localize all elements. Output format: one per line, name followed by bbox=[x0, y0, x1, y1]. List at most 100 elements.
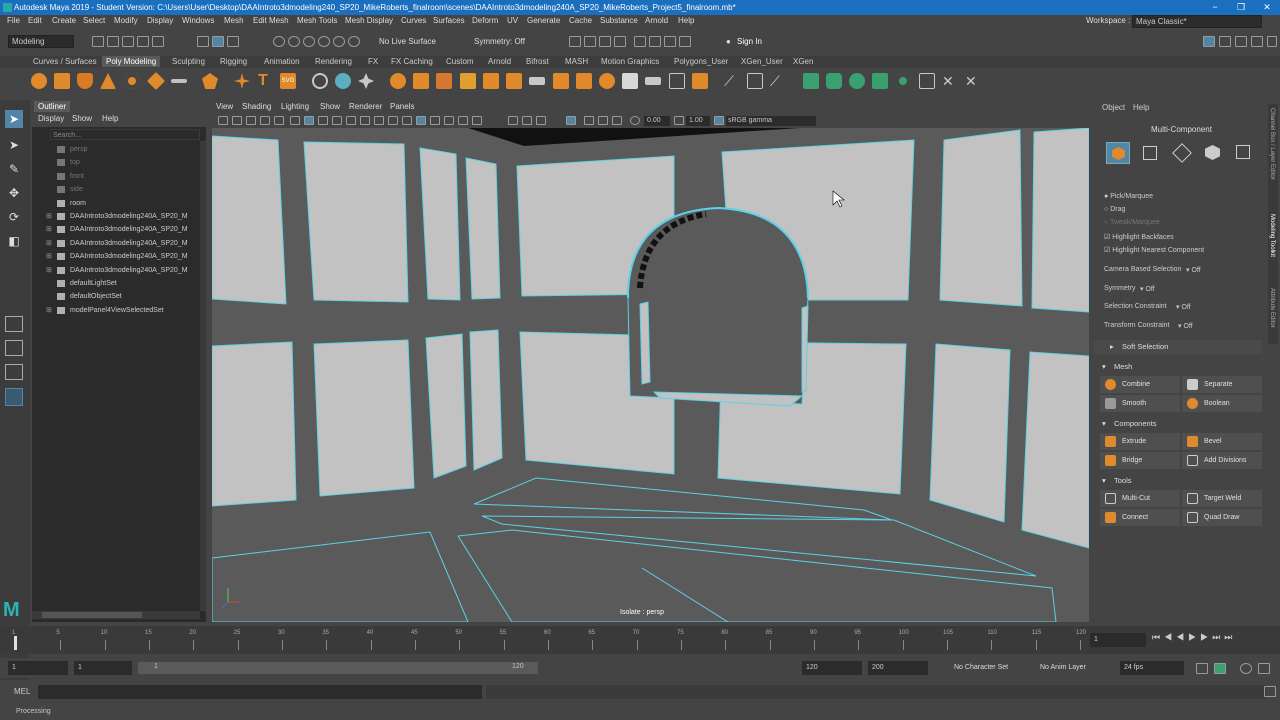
menu-display[interactable]: Display bbox=[147, 16, 173, 25]
attribute-editor-icon[interactable] bbox=[1219, 36, 1231, 47]
shelf-tab-fx-caching[interactable]: FX Caching bbox=[391, 57, 433, 66]
camera-sequencer-icon[interactable] bbox=[612, 116, 622, 125]
undo-icon[interactable] bbox=[137, 36, 149, 47]
outliner-item[interactable]: ⊞ DAAIntroto3dmodeling240A_SP20_M bbox=[32, 210, 200, 223]
xray-icon[interactable] bbox=[416, 116, 426, 125]
menu-mesh-display[interactable]: Mesh Display bbox=[345, 16, 393, 25]
menu-arnold[interactable]: Arnold bbox=[645, 16, 668, 25]
merge-icon[interactable] bbox=[599, 73, 615, 89]
outliner-menu-help[interactable]: Help bbox=[102, 114, 118, 123]
shelf-tab-motion-graphics[interactable]: Motion Graphics bbox=[601, 57, 659, 66]
automatic-uv-icon[interactable] bbox=[872, 73, 888, 89]
bridge-button[interactable]: Bridge bbox=[1100, 452, 1180, 469]
animation-preferences-icon[interactable] bbox=[1240, 663, 1252, 674]
ipr-render-icon[interactable] bbox=[584, 36, 596, 47]
film-gate-icon[interactable] bbox=[290, 116, 300, 125]
viewport-canvas[interactable]: Isolate : persp bbox=[212, 128, 1089, 622]
smooth-icon[interactable] bbox=[358, 73, 374, 89]
vertex-mode-icon[interactable] bbox=[1143, 146, 1157, 160]
highlight-nearest-checkbox[interactable]: ☑ Highlight Nearest Component bbox=[1104, 246, 1204, 254]
save-scene-icon[interactable] bbox=[122, 36, 134, 47]
tool-settings-icon[interactable] bbox=[1235, 36, 1247, 47]
multi-cut-icon[interactable]: ⟋ bbox=[724, 73, 740, 89]
fps-dropdown[interactable]: 24 fps bbox=[1120, 661, 1184, 675]
modeling-toolkit-icon[interactable] bbox=[1203, 36, 1215, 47]
cylindrical-uv-icon[interactable] bbox=[826, 73, 842, 89]
pick-marquee-radio[interactable]: ● Pick/Marquee bbox=[1104, 193, 1153, 200]
transform-constraint-dropdown[interactable]: ▾ Off bbox=[1178, 322, 1193, 330]
gamma-field[interactable]: 1.00 bbox=[686, 116, 710, 126]
textured-icon[interactable] bbox=[430, 116, 440, 125]
outliner-h-scroll-thumb[interactable] bbox=[42, 612, 142, 618]
shelf-tab-animation[interactable]: Animation bbox=[264, 57, 300, 66]
merge-center-icon[interactable] bbox=[622, 73, 638, 89]
expand-toggle-icon[interactable]: ⊞ bbox=[46, 264, 52, 277]
side-tab-modeling-toolkit[interactable]: Modeling Toolkit bbox=[1269, 214, 1275, 257]
menu-edit[interactable]: Edit bbox=[28, 16, 42, 25]
shelf-tab-rendering[interactable]: Rendering bbox=[315, 57, 352, 66]
new-scene-icon[interactable] bbox=[92, 36, 104, 47]
poly-cylinder-icon[interactable] bbox=[77, 73, 93, 89]
select-hierarchy-icon[interactable] bbox=[197, 36, 209, 47]
edge-mode-icon[interactable] bbox=[1172, 143, 1192, 163]
outliner-toggle-icon[interactable] bbox=[1267, 36, 1277, 47]
motion-blur-icon[interactable] bbox=[508, 116, 518, 125]
select-object-icon[interactable] bbox=[212, 36, 224, 47]
uv-editor-icon[interactable] bbox=[895, 73, 911, 89]
select-camera-icon[interactable] bbox=[218, 116, 228, 125]
expand-toggle-icon[interactable]: ⊞ bbox=[46, 210, 52, 223]
mtk-menu-object[interactable]: Object bbox=[1102, 103, 1125, 112]
bridge-icon[interactable] bbox=[483, 73, 499, 89]
image-plane-icon[interactable] bbox=[260, 116, 270, 125]
side-tab-attribute-editor[interactable]: Attribute Editor bbox=[1269, 288, 1275, 328]
platonic-solid-icon[interactable] bbox=[202, 73, 218, 89]
components-section-header[interactable]: ▾ Components bbox=[1094, 417, 1262, 431]
outliner-item[interactable]: room bbox=[32, 197, 200, 210]
snap-grid-icon[interactable] bbox=[273, 36, 285, 47]
viewport-menu-view[interactable]: View bbox=[216, 102, 233, 111]
smooth-button[interactable]: Smooth bbox=[1100, 395, 1180, 412]
gate-mask-icon[interactable] bbox=[346, 116, 356, 125]
outliner-item[interactable]: front bbox=[32, 170, 200, 183]
xray-active-icon[interactable] bbox=[598, 116, 608, 125]
uv-mode-icon[interactable] bbox=[1236, 145, 1250, 159]
super-shape-icon[interactable] bbox=[234, 73, 250, 89]
outliner-search-input[interactable]: Search... bbox=[50, 129, 200, 140]
outliner-v-scrollbar[interactable] bbox=[200, 141, 206, 611]
shelf-tab-xgen[interactable]: XGen bbox=[793, 57, 813, 66]
insert-edge-loop-icon[interactable] bbox=[747, 73, 763, 89]
boolean-union-icon[interactable] bbox=[390, 73, 406, 89]
mel-label[interactable]: MEL bbox=[14, 687, 30, 696]
anti-alias-icon[interactable] bbox=[522, 116, 532, 125]
extrude-icon[interactable] bbox=[460, 73, 476, 89]
shelf-tab-curves-surfaces[interactable]: Curves / Surfaces bbox=[33, 57, 97, 66]
side-tab-channel-box[interactable]: Channel Box / Layer Editor bbox=[1269, 108, 1275, 180]
outliner-item[interactable]: side bbox=[32, 183, 200, 196]
mirror-icon[interactable] bbox=[436, 73, 452, 89]
outliner-item[interactable]: defaultObjectSet bbox=[32, 290, 200, 303]
menu-create[interactable]: Create bbox=[52, 16, 76, 25]
menu-uv[interactable]: UV bbox=[507, 16, 518, 25]
live-surface-label[interactable]: No Live Surface bbox=[379, 37, 436, 46]
poly-cone-icon[interactable] bbox=[100, 73, 116, 89]
shelf-tab-custom[interactable]: Custom bbox=[446, 57, 474, 66]
shelf-tab-rigging[interactable]: Rigging bbox=[220, 57, 247, 66]
camera-attributes-icon[interactable] bbox=[232, 116, 242, 125]
menu-edit-mesh[interactable]: Edit Mesh bbox=[253, 16, 289, 25]
expand-toggle-icon[interactable]: ⊞ bbox=[46, 223, 52, 236]
snap-surface-icon[interactable] bbox=[333, 36, 345, 47]
outliner-menu-display[interactable]: Display bbox=[38, 114, 64, 123]
viewport-menu-lighting[interactable]: Lighting bbox=[281, 102, 309, 111]
target-weld-button[interactable]: Target Weld bbox=[1182, 490, 1262, 507]
separate-button[interactable]: Separate bbox=[1182, 376, 1262, 393]
menu-generate[interactable]: Generate bbox=[527, 16, 560, 25]
symmetry-label[interactable]: Symmetry: Off bbox=[474, 37, 525, 46]
outliner-item[interactable]: persp bbox=[32, 143, 200, 156]
outliner-layout-icon[interactable] bbox=[5, 388, 23, 406]
playback-end-field[interactable]: 120 bbox=[802, 661, 862, 675]
selection-constraint-dropdown[interactable]: ▾ Off bbox=[1176, 303, 1191, 311]
expand-toggle-icon[interactable]: ⊞ bbox=[46, 304, 52, 317]
expand-toggle-icon[interactable]: ⊞ bbox=[46, 237, 52, 250]
menu-mesh[interactable]: Mesh bbox=[224, 16, 244, 25]
menu-surfaces[interactable]: Surfaces bbox=[433, 16, 465, 25]
